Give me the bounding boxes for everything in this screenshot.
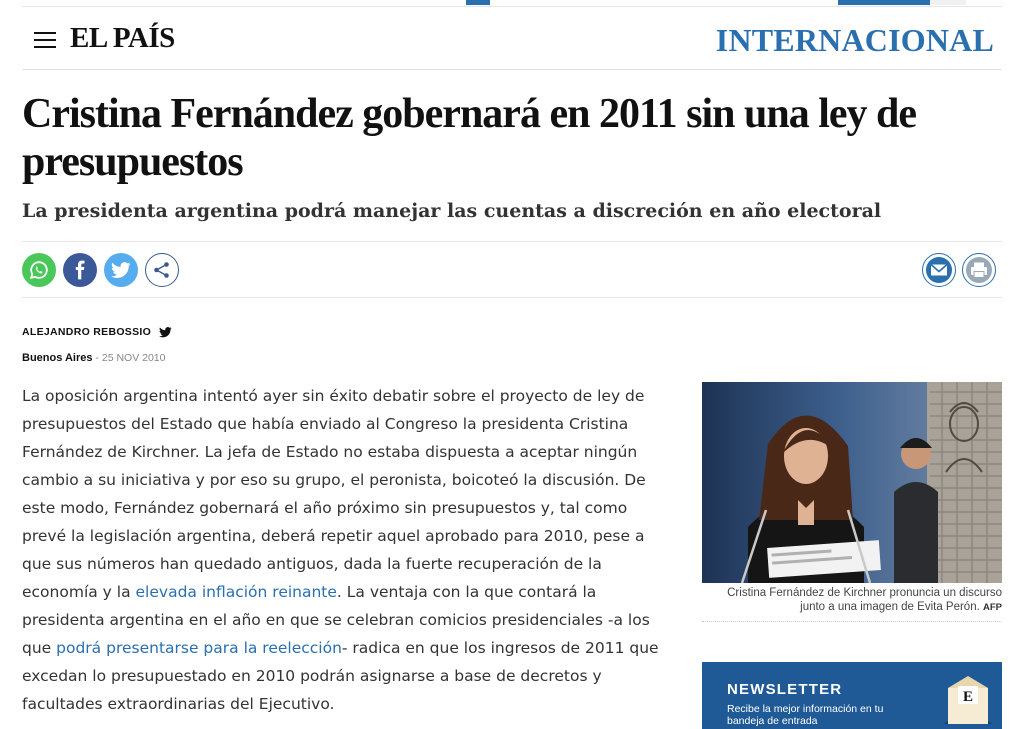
print-icon: [966, 257, 992, 283]
envelope-icon: E: [944, 676, 992, 724]
hamburger-menu-icon[interactable]: [34, 32, 56, 49]
svg-text:E: E: [963, 689, 973, 705]
caption-text: Cristina Fernández de Kirchner pronuncia…: [727, 587, 1002, 613]
publish-date: 25 NOV 2010: [101, 352, 166, 364]
photo-illustration: [702, 382, 1002, 583]
date-separator: -: [92, 352, 102, 364]
article-byline: ALEJANDRO REBOSSIO Buenos Aires - 25 NOV…: [22, 322, 172, 364]
photo-agency: AFP: [983, 602, 1002, 613]
inflation-link[interactable]: elevada inflación reinante: [136, 583, 337, 601]
email-share-button[interactable]: [922, 253, 956, 287]
share-icon: [154, 262, 169, 278]
facebook-share-button[interactable]: [63, 253, 97, 287]
site-logo[interactable]: EL PAÍS: [70, 22, 175, 55]
newsletter-banner[interactable]: NEWSLETTER Recibe la mejor información e…: [702, 662, 1002, 729]
twitter-icon[interactable]: [159, 326, 172, 338]
nav-indicator: [838, 0, 930, 5]
newsletter-description: Recibe la mejor información en tu bandej…: [727, 703, 884, 727]
section-title[interactable]: INTERNACIONAL: [716, 22, 994, 59]
body-text-part: La oposición argentina intentó ayer sin …: [22, 387, 646, 601]
print-button[interactable]: [962, 253, 996, 287]
top-navigation-strip: [22, 0, 1002, 7]
photo-caption: Cristina Fernández de Kirchner pronuncia…: [702, 586, 1002, 622]
mail-icon: [926, 257, 952, 283]
newsletter-title: NEWSLETTER: [727, 681, 843, 698]
author-line: ALEJANDRO REBOSSIO: [22, 326, 172, 338]
nav-indicator: [930, 0, 966, 5]
whatsapp-icon: [30, 261, 48, 280]
article-photo[interactable]: [702, 382, 1002, 583]
whatsapp-share-button[interactable]: [22, 253, 56, 287]
share-toolbar: [22, 241, 1002, 298]
article-body: La oposición argentina intentó ayer sin …: [22, 382, 662, 718]
site-header: EL PAÍS INTERNACIONAL: [22, 10, 1002, 70]
author-name[interactable]: ALEJANDRO REBOSSIO: [22, 326, 151, 338]
facebook-icon: [75, 260, 85, 280]
nav-indicator: [466, 0, 490, 5]
article-subtitle: La presidenta argentina podrá manejar la…: [22, 200, 882, 222]
twitter-icon: [111, 261, 131, 278]
article-headline: Cristina Fernández gobernará en 2011 sin…: [22, 91, 917, 185]
twitter-share-button[interactable]: [104, 253, 138, 287]
dateline-place: Buenos Aires: [22, 352, 93, 364]
location-date: Buenos Aires - 25 NOV 2010: [22, 352, 172, 364]
more-share-button[interactable]: [145, 253, 179, 287]
reelection-link[interactable]: podrá presentarse para la reelección: [56, 639, 342, 657]
